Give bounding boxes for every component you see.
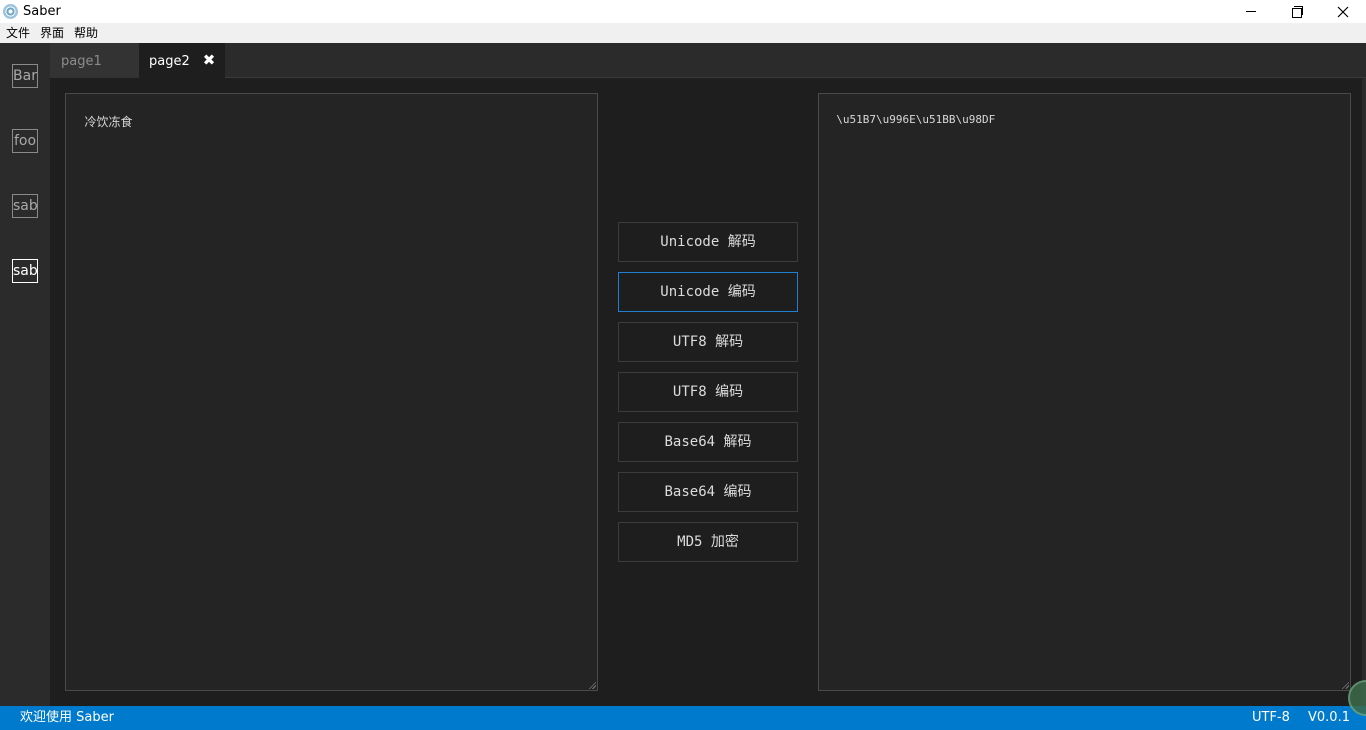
output-textarea[interactable]: \u51B7\u996E\u51BB\u98DF xyxy=(818,93,1351,691)
sidebar-item-bar[interactable]: Bar xyxy=(12,64,38,88)
tab-page2[interactable]: page2 ✖ xyxy=(139,43,225,78)
unicode-decode-button[interactable]: Unicode 解码 xyxy=(618,222,798,262)
sidebar-item-sab-2[interactable]: sab xyxy=(12,259,38,283)
menu-help[interactable]: 帮助 xyxy=(69,23,103,43)
status-encoding[interactable]: UTF-8 xyxy=(1252,709,1290,727)
maximize-button[interactable] xyxy=(1274,0,1320,23)
status-version: V0.0.1 xyxy=(1308,710,1350,725)
status-welcome: 欢迎使用 Saber xyxy=(20,710,114,725)
resize-grip-icon[interactable] xyxy=(1341,681,1349,689)
output-text: \u51B7\u996E\u51BB\u98DF xyxy=(836,113,996,126)
unicode-encode-button[interactable]: Unicode 编码 xyxy=(618,272,798,312)
status-bar: 欢迎使用 Saber UTF-8 V0.0.1 xyxy=(0,706,1366,730)
utf8-encode-button[interactable]: UTF8 编码 xyxy=(618,372,798,412)
sidebar-item-sab-1[interactable]: sab xyxy=(12,194,38,218)
tab-bar: page1 page2 ✖ xyxy=(50,43,1366,78)
base64-encode-button[interactable]: Base64 编码 xyxy=(618,472,798,512)
menu-file[interactable]: 文件 xyxy=(1,23,35,43)
utf8-decode-button[interactable]: UTF8 解码 xyxy=(618,322,798,362)
window-title: Saber xyxy=(23,4,61,19)
input-text: 冷饮冻食 xyxy=(84,115,133,129)
title-bar: Saber xyxy=(0,0,1366,23)
minimize-icon xyxy=(1246,11,1256,12)
tab-close-icon[interactable]: ✖ xyxy=(201,52,217,68)
sidebar-item-foo[interactable]: foo xyxy=(12,129,38,153)
base64-decode-button[interactable]: Base64 解码 xyxy=(618,422,798,462)
sidebar: Bar foo sab sab xyxy=(0,43,50,706)
minimize-button[interactable] xyxy=(1228,0,1274,23)
close-icon xyxy=(1337,6,1349,17)
vertical-scrollbar[interactable] xyxy=(1362,78,1366,706)
tab-label: page1 xyxy=(61,54,102,69)
input-textarea[interactable]: 冷饮冻食 xyxy=(65,93,598,691)
maximize-icon xyxy=(1291,6,1303,18)
tab-page1[interactable]: page1 xyxy=(50,43,139,78)
resize-grip-icon[interactable] xyxy=(588,681,596,689)
tab-label: page2 xyxy=(149,54,190,69)
menu-view[interactable]: 界面 xyxy=(35,23,69,43)
close-window-button[interactable] xyxy=(1320,0,1366,23)
app-logo-icon xyxy=(3,4,18,19)
menu-bar: 文件 界面 帮助 xyxy=(0,23,1366,43)
md5-encrypt-button[interactable]: MD5 加密 xyxy=(618,522,798,562)
